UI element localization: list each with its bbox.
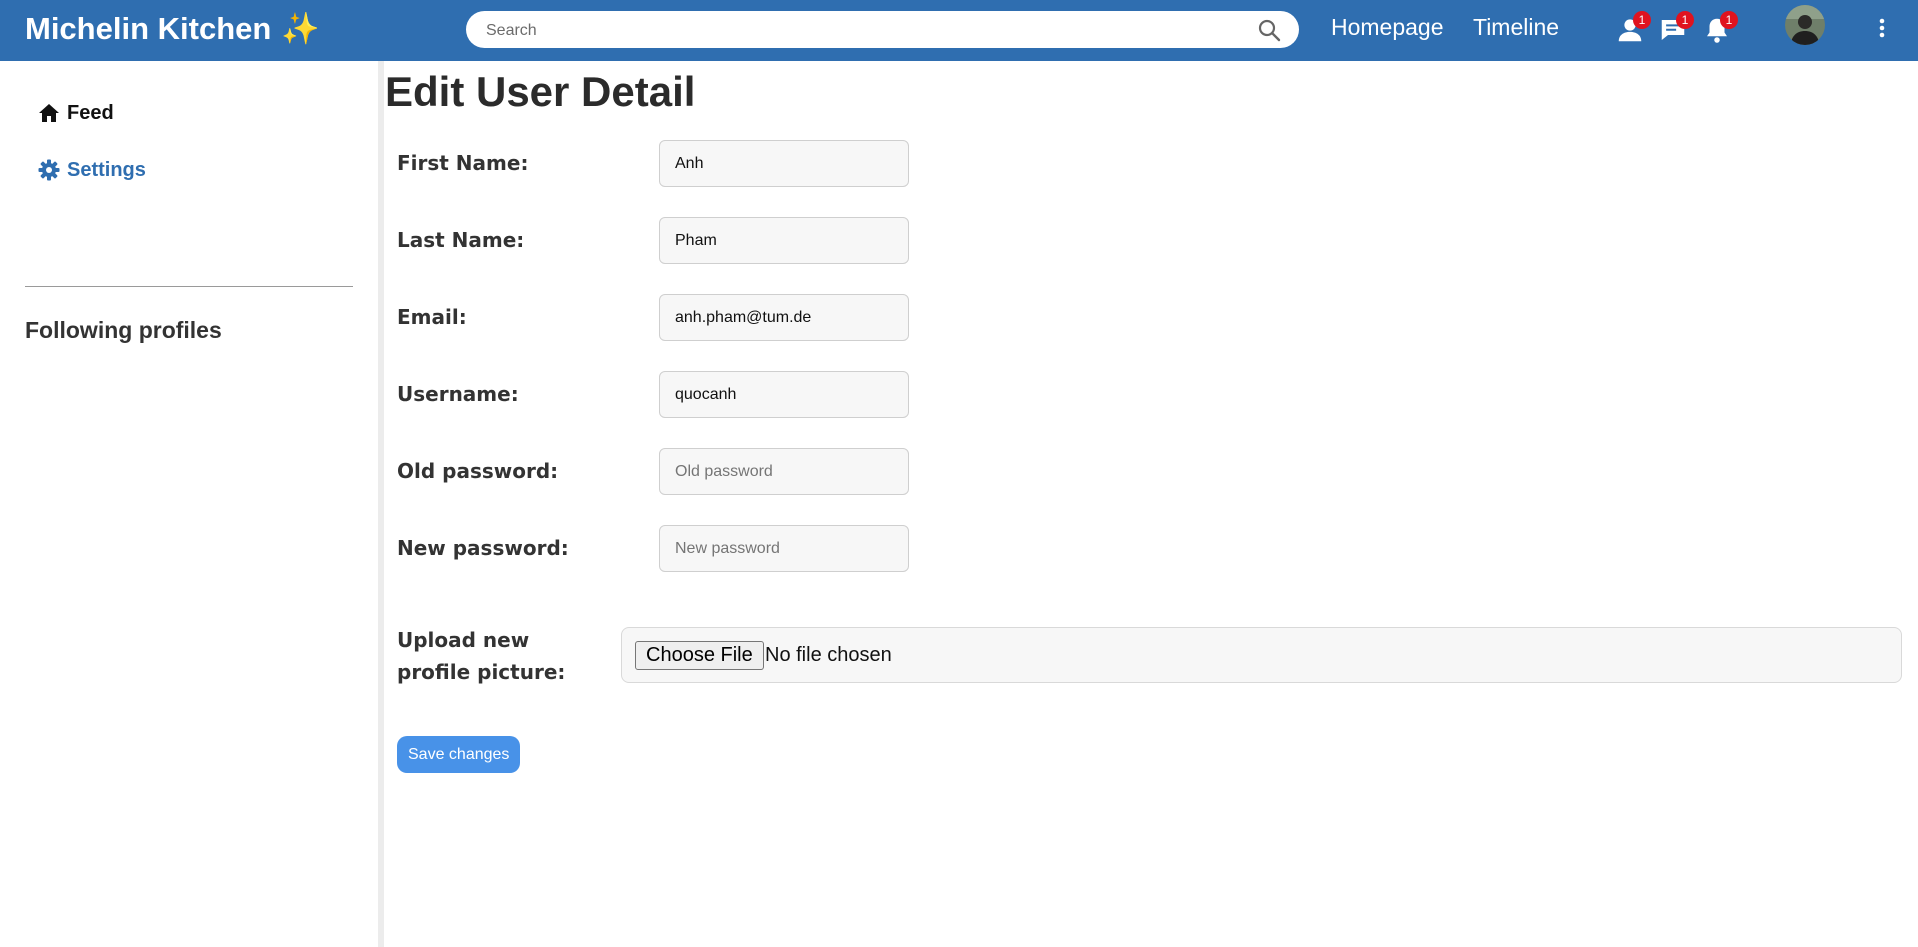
more-options-icon[interactable]	[1872, 15, 1892, 43]
last-name-label: Last Name:	[397, 228, 525, 252]
sparkles-icon: ✨	[281, 11, 320, 46]
new-password-label: New password:	[397, 536, 569, 560]
sidebar: Feed Settings Following profiles	[0, 61, 378, 947]
old-password-label: Old password:	[397, 459, 559, 483]
sidebar-divider	[25, 286, 353, 287]
messages-badge: 1	[1676, 11, 1694, 29]
nav-timeline-link[interactable]: Timeline	[1473, 14, 1559, 41]
sidebar-item-label: Feed	[67, 101, 114, 124]
sidebar-border	[378, 61, 384, 947]
file-upload-field[interactable]: Choose File No file chosen	[621, 627, 1902, 683]
username-label: Username:	[397, 382, 519, 406]
file-status-text: No file chosen	[765, 644, 892, 666]
sidebar-item-settings[interactable]: Settings	[37, 158, 146, 182]
friend-requests-button[interactable]: 1	[1615, 11, 1651, 45]
upload-picture-label: Upload new profile picture:	[397, 628, 566, 684]
avatar-image	[1785, 5, 1825, 45]
search-input[interactable]	[484, 11, 1248, 50]
first-name-label: First Name:	[397, 151, 529, 175]
notifications-button[interactable]: 1	[1702, 11, 1738, 45]
save-changes-button[interactable]: Save changes	[397, 736, 521, 773]
sidebar-item-label: Settings	[67, 158, 146, 181]
new-password-field[interactable]	[659, 525, 909, 572]
first-name-field[interactable]	[659, 140, 909, 187]
top-navbar: Michelin Kitchen✨ Homepage Timeline 1 1 …	[0, 0, 1918, 61]
old-password-field[interactable]	[659, 448, 909, 495]
username-field[interactable]	[659, 371, 909, 418]
friend-requests-badge: 1	[1633, 11, 1651, 29]
brand-name[interactable]: Michelin Kitchen	[25, 11, 271, 46]
gear-icon	[38, 159, 60, 181]
avatar[interactable]	[1785, 5, 1825, 45]
following-profiles-heading: Following profiles	[25, 317, 222, 343]
choose-file-button[interactable]: Choose File	[635, 641, 764, 670]
search-bar	[466, 11, 1299, 50]
sidebar-item-feed[interactable]: Feed	[37, 101, 114, 125]
email-label: Email:	[397, 305, 467, 329]
last-name-field[interactable]	[659, 217, 909, 264]
email-field[interactable]	[659, 294, 909, 341]
messages-button[interactable]: 1	[1658, 11, 1694, 45]
notifications-badge: 1	[1720, 11, 1738, 29]
page-title: Edit User Detail	[385, 68, 696, 115]
home-icon	[39, 104, 59, 122]
brand-logo[interactable]: Michelin Kitchen ✨	[25, 10, 320, 47]
nav-homepage-link[interactable]: Homepage	[1331, 14, 1444, 41]
search-icon[interactable]	[1257, 18, 1281, 42]
